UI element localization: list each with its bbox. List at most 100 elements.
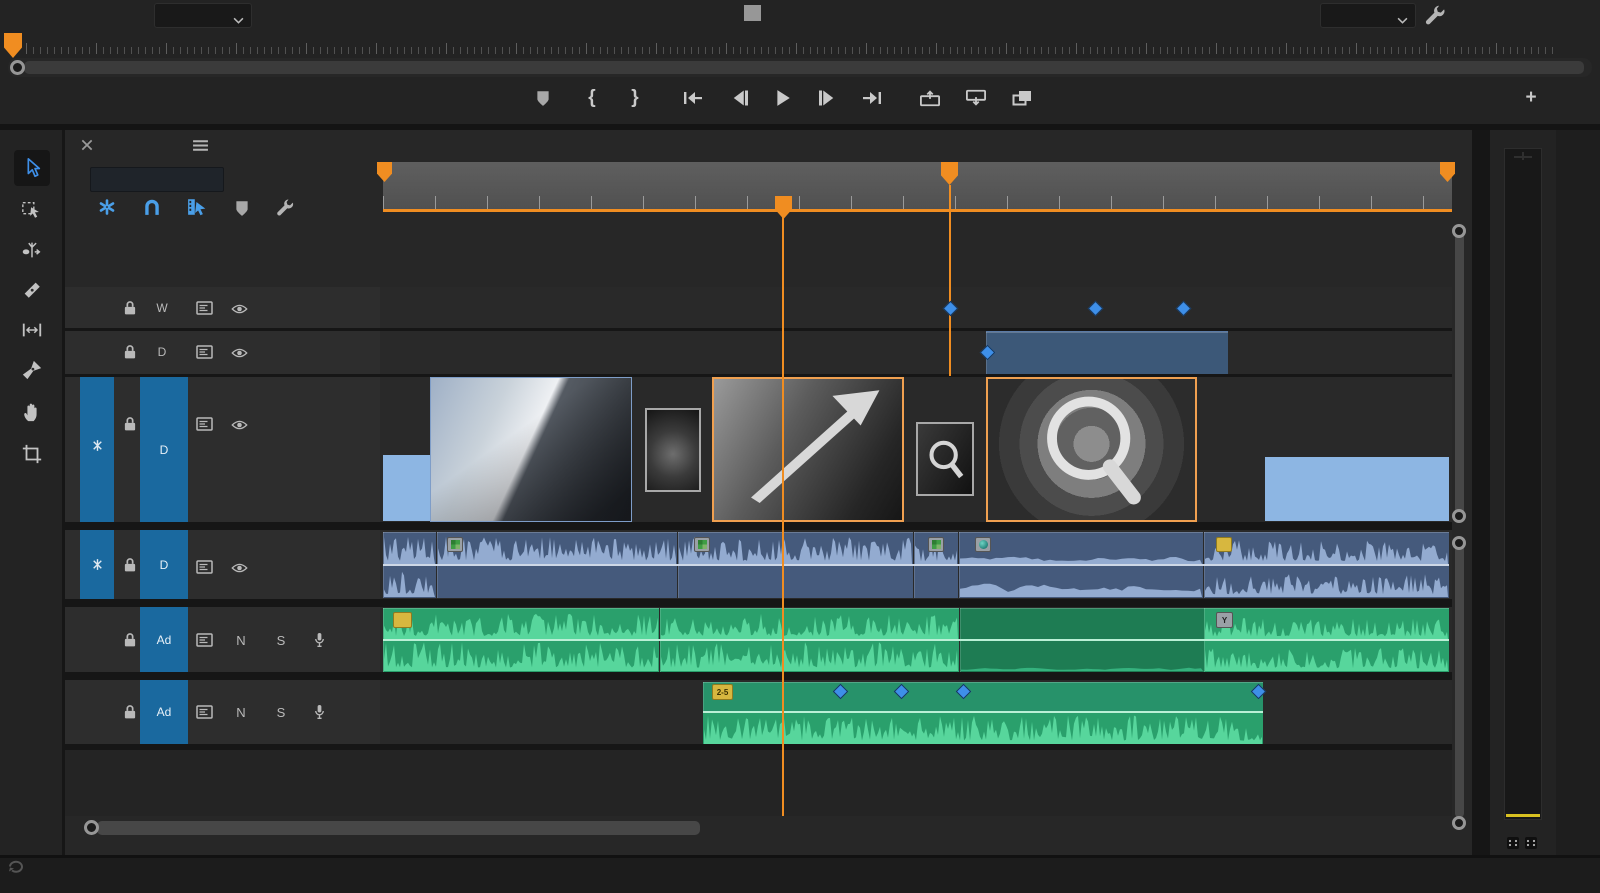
- add-marker-button[interactable]: [528, 83, 558, 113]
- play-button[interactable]: [768, 83, 798, 113]
- mic-icon[interactable]: [312, 630, 327, 650]
- solo-button[interactable]: S: [272, 705, 290, 720]
- snap-icon[interactable]: [137, 192, 167, 222]
- zoom-level-select[interactable]: [154, 3, 252, 28]
- video-clip[interactable]: [383, 455, 430, 521]
- audio-track-2-header: [65, 607, 380, 672]
- v-scrollbar-audio[interactable]: [1455, 542, 1464, 818]
- meter-mode-icon[interactable]: [1506, 836, 1520, 850]
- v-scroll-knob[interactable]: [1452, 224, 1466, 238]
- playback-resolution-select[interactable]: [1320, 3, 1416, 28]
- sync-lock-icon[interactable]: [195, 559, 213, 575]
- selection-tool[interactable]: [14, 150, 50, 186]
- extract-button[interactable]: [961, 83, 991, 113]
- ruler-ticks: [383, 196, 1452, 209]
- track-name-chip[interactable]: Ad: [140, 607, 188, 672]
- eye-icon[interactable]: [229, 346, 249, 359]
- v-scroll-knob[interactable]: [1452, 536, 1466, 550]
- step-forward-button[interactable]: [812, 83, 842, 113]
- eye-icon[interactable]: [229, 561, 249, 574]
- video-clip[interactable]: [1265, 457, 1449, 521]
- monitor-scrollbar[interactable]: [24, 61, 1584, 74]
- lift-button[interactable]: [915, 83, 945, 113]
- eye-icon[interactable]: [229, 302, 249, 315]
- refresh-icon[interactable]: [6, 858, 26, 875]
- mute-button[interactable]: N: [232, 705, 250, 720]
- mic-icon[interactable]: [312, 702, 327, 722]
- lock-icon[interactable]: [122, 300, 138, 316]
- sync-lock-icon[interactable]: [195, 344, 213, 360]
- video-clip-thumbnail[interactable]: [916, 422, 974, 496]
- h-scroll-knob[interactable]: [84, 820, 99, 835]
- timeline-empty-area[interactable]: [65, 750, 1452, 816]
- pen-tool[interactable]: [14, 352, 50, 388]
- lock-icon[interactable]: [122, 557, 138, 573]
- go-to-in-button[interactable]: [678, 83, 708, 113]
- hand-tool[interactable]: [14, 394, 50, 430]
- mark-out-button[interactable]: }: [620, 83, 650, 113]
- timecode-field[interactable]: [90, 167, 224, 192]
- selected-video-clip[interactable]: [712, 377, 904, 522]
- video-track-3-header: [65, 287, 380, 328]
- button-editor-button[interactable]: +: [1516, 83, 1546, 113]
- selected-video-clip[interactable]: [986, 377, 1197, 522]
- track-label: D: [153, 345, 171, 359]
- solo-button[interactable]: S: [272, 633, 290, 648]
- track-name-chip[interactable]: D: [140, 377, 188, 522]
- h-scrollbar[interactable]: [97, 821, 700, 835]
- video-clip[interactable]: [986, 331, 1228, 374]
- v-scroll-knob[interactable]: [1452, 816, 1466, 830]
- fx-badge-icon: [928, 537, 944, 552]
- lock-icon[interactable]: [122, 344, 138, 360]
- track-select-tool[interactable]: [14, 192, 50, 228]
- sync-lock-icon[interactable]: [195, 300, 213, 316]
- sync-lock-icon[interactable]: [195, 632, 213, 648]
- video-clip-thumbnail[interactable]: [645, 408, 701, 492]
- track-label: Ad: [157, 705, 172, 719]
- nest-toggle-icon[interactable]: [92, 192, 122, 222]
- ripple-edit-tool[interactable]: [14, 232, 50, 268]
- sync-lock-icon[interactable]: [195, 416, 213, 432]
- fx-badge-icon: [975, 537, 991, 552]
- video-track-3-content[interactable]: [380, 287, 1452, 328]
- fx-badge-icon: [1216, 537, 1232, 552]
- v-scrollbar-video[interactable]: [1455, 231, 1464, 516]
- sync-lock-icon[interactable]: [195, 704, 213, 720]
- monitor-settings-wrench-icon[interactable]: [1424, 4, 1446, 25]
- source-patch-strip[interactable]: [80, 377, 114, 522]
- track-name-chip[interactable]: D: [140, 530, 188, 599]
- playhead-line[interactable]: [782, 212, 784, 816]
- add-marker-icon[interactable]: [227, 193, 257, 223]
- meter-mode-icon[interactable]: [1524, 836, 1538, 850]
- stereo-divider: [383, 639, 1449, 641]
- timeline-settings-icon[interactable]: [270, 192, 300, 222]
- mark-in-button[interactable]: {: [577, 83, 607, 113]
- lock-icon[interactable]: [122, 416, 138, 432]
- panel-grip-icon[interactable]: [744, 5, 761, 21]
- razor-tool[interactable]: [14, 272, 50, 308]
- lock-icon[interactable]: [122, 704, 138, 720]
- fx-badge-icon: [393, 612, 412, 628]
- slip-tool[interactable]: [14, 312, 50, 348]
- comparison-view-button[interactable]: [1007, 83, 1037, 113]
- fx-badge-icon: [694, 537, 710, 552]
- source-patch-strip[interactable]: [80, 530, 114, 599]
- v-scroll-knob[interactable]: [1452, 509, 1466, 523]
- meter-top-tick-v: [1522, 152, 1524, 160]
- lock-icon[interactable]: [122, 632, 138, 648]
- video-clip-thumbnail[interactable]: [430, 377, 632, 522]
- track-name-chip[interactable]: Ad: [140, 680, 188, 744]
- video-track-2-content[interactable]: [380, 331, 1452, 374]
- magnifier-icon: [918, 424, 972, 494]
- close-icon[interactable]: [80, 138, 94, 152]
- crop-tool[interactable]: [14, 436, 50, 472]
- right-gutter: [1556, 130, 1600, 855]
- monitor-ruler-major-ticks: [26, 43, 1554, 54]
- mute-button[interactable]: N: [232, 633, 250, 648]
- step-back-button[interactable]: [725, 83, 755, 113]
- eye-icon[interactable]: [229, 418, 249, 431]
- go-to-out-button[interactable]: [857, 83, 887, 113]
- linked-selection-icon[interactable]: [182, 192, 212, 222]
- monitor-scroll-knob[interactable]: [10, 60, 25, 75]
- panel-menu-icon[interactable]: [192, 139, 209, 152]
